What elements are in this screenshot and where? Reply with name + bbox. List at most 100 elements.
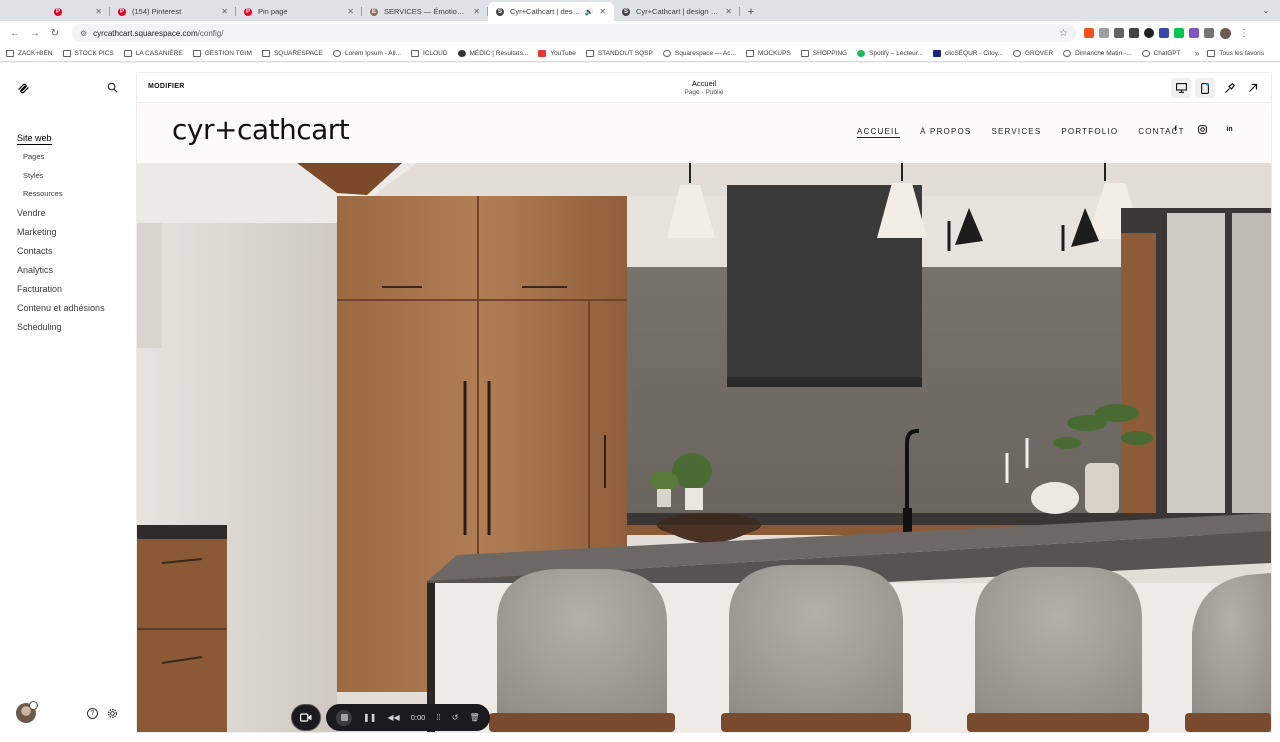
sidebar-item-pages[interactable]: Pages	[17, 148, 132, 167]
linkedin-icon[interactable]: in	[1225, 125, 1234, 134]
site-nav-portfolio[interactable]: PORTFOLIO	[1061, 127, 1118, 136]
bookmark-star-icon[interactable]: ☆	[1059, 28, 1068, 39]
extension-icon[interactable]	[1114, 28, 1124, 38]
sidebar-item-marketing[interactable]: Marketing	[17, 223, 132, 242]
bookmark-item[interactable]: ICLOUD	[410, 49, 448, 57]
new-tab-button[interactable]: +	[740, 2, 762, 21]
extension-icon[interactable]	[1189, 28, 1199, 38]
edit-button[interactable]: MODIFIER	[148, 83, 185, 90]
user-avatar[interactable]	[16, 701, 38, 723]
extension-icon[interactable]	[1174, 28, 1184, 38]
sidebar-item-scheduling[interactable]: Scheduling	[17, 318, 132, 337]
sidebar-item-styles[interactable]: Styles	[17, 167, 132, 186]
camera-toggle-button[interactable]	[291, 704, 321, 731]
bookmark-item[interactable]: GROVER	[1012, 49, 1053, 57]
extension-icon[interactable]	[1144, 28, 1154, 38]
camera-extension-icon[interactable]	[1099, 28, 1109, 38]
browser-menu-icon[interactable]: ⋮	[1239, 28, 1249, 39]
sidebar-item-contenu-et-adhesions[interactable]: Contenu et adhésions	[17, 299, 132, 318]
bookmark-item[interactable]: YouTube	[538, 49, 576, 57]
bookmark-item[interactable]: Lorem Ipsum - All...	[332, 49, 401, 57]
instagram-icon[interactable]	[1198, 125, 1207, 134]
bookmark-item[interactable]: ZACK+BEN	[6, 49, 53, 57]
profile-avatar[interactable]	[1220, 27, 1231, 39]
site-nav-a-propos[interactable]: À PROPOS	[920, 127, 971, 136]
bookmark-item[interactable]: GESTION TGIM	[192, 49, 252, 57]
restart-icon[interactable]: ↺	[452, 713, 459, 722]
bookmark-item[interactable]: SQUARESPACE	[261, 49, 323, 57]
browser-tab[interactable]: E SERVICES — Émotions Gâteau ✕	[362, 2, 488, 21]
search-icon[interactable]	[107, 82, 118, 93]
stop-icon	[340, 714, 348, 721]
help-icon[interactable]: ?	[87, 708, 98, 719]
bookmark-item[interactable]: MOCKUPS	[745, 49, 791, 57]
bookmark-item[interactable]: STANDOUT SQSP	[585, 49, 653, 57]
browser-tab[interactable]: P (154) Pinterest ✕	[110, 2, 236, 21]
grid-extension-icon[interactable]	[1129, 28, 1139, 38]
pause-icon[interactable]: ❚❚	[363, 713, 376, 722]
bookmark-item[interactable]: clicSÉQUR - Citoy...	[932, 49, 1003, 57]
desktop-view-button[interactable]	[1171, 78, 1191, 98]
squarespace-logo-icon[interactable]	[17, 82, 30, 95]
reload-icon[interactable]: ↻	[46, 24, 64, 42]
stop-recording-button[interactable]	[336, 709, 352, 726]
editor-bar: MODIFIER Accueil Page · Publié	[137, 73, 1271, 103]
address-bar[interactable]: ⚙ cyrcathcart.squarespace.com/config/ ☆	[72, 24, 1076, 42]
drag-handle-icon[interactable]: ⁞⁞	[436, 713, 440, 722]
bookmark-item[interactable]: ChatGPT	[1141, 49, 1181, 57]
bookmark-item[interactable]: STOCK PICS	[62, 49, 114, 57]
browser-tab[interactable]: S Cyr+Cathcart | design d'inté ✕	[614, 2, 740, 21]
tab-close-icon[interactable]: ✕	[347, 7, 354, 16]
sidebar-item-analytics[interactable]: Analytics	[17, 261, 132, 280]
tab-search-icon[interactable]: ⌄	[1260, 4, 1272, 16]
sidebar-item-site-web[interactable]: Site web	[17, 129, 132, 148]
tab-favicon-icon: P	[118, 7, 126, 16]
sidebar-item-contacts[interactable]: Contacts	[17, 242, 132, 261]
site-info-icon[interactable]: ⚙	[80, 29, 87, 38]
browser-tab[interactable]: P ✕	[46, 2, 110, 21]
extension-icon[interactable]	[1159, 28, 1169, 38]
bookmark-label: ZACK+BEN	[18, 49, 53, 57]
extensions-puzzle-icon[interactable]	[1204, 28, 1214, 38]
tab-close-icon[interactable]: ✕	[95, 7, 102, 16]
sidebar-nav: Site web Pages Styles Ressources Vendre Marke…	[17, 129, 132, 337]
bookmark-item[interactable]: Spotify – Lecteur...	[857, 49, 923, 57]
speaker-icon[interactable]: 🔊	[585, 8, 594, 16]
bookmark-item[interactable]: LA CASANIÈRE	[123, 49, 183, 57]
sidebar-item-label: Contenu et adhésions	[17, 302, 105, 313]
sidebar-item-facturation[interactable]: Facturation	[17, 280, 132, 299]
tab-strip: P ✕ P (154) Pinterest ✕ P Pin page ✕ E SERVICES —…	[0, 0, 1280, 21]
open-site-button[interactable]	[1243, 78, 1263, 98]
recording-timer: 0:00	[410, 713, 426, 722]
bookmark-item[interactable]: MÉDIC | Résultats...	[457, 49, 528, 57]
folder-icon	[6, 49, 14, 57]
browser-tab[interactable]: S Cyr+Cathcart | design d'i 🔊 ✕	[488, 2, 614, 21]
tab-close-icon[interactable]: ✕	[221, 7, 228, 16]
trash-icon[interactable]: 🗑	[469, 713, 479, 722]
sidebar-item-vendre[interactable]: Vendre	[17, 204, 132, 223]
bookmark-label: Lorem Ipsum - All...	[344, 49, 401, 57]
tab-close-icon[interactable]: ✕	[725, 7, 732, 16]
browser-tab[interactable]: P Pin page ✕	[236, 2, 362, 21]
tab-close-icon[interactable]: ✕	[599, 7, 606, 16]
site-nav-services[interactable]: SERVICES	[991, 127, 1041, 136]
more-bookmarks-button[interactable]: »	[1195, 49, 1199, 58]
bookmark-item[interactable]: SHOPPING	[800, 49, 847, 57]
tab-close-icon[interactable]: ✕	[473, 7, 480, 16]
facebook-icon[interactable]: f	[1171, 125, 1180, 134]
all-bookmarks-button[interactable]: Tous les favoris	[1207, 49, 1264, 57]
tab-favicon-icon: S	[622, 7, 630, 16]
bookmark-favicon-icon	[538, 49, 547, 57]
bookmark-item[interactable]: Squarespace — Ac...	[662, 49, 736, 57]
sidebar-item-ressources[interactable]: Ressources	[17, 185, 132, 204]
rewind-icon[interactable]: ◀◀	[387, 713, 399, 722]
extension-icon[interactable]	[1084, 28, 1094, 38]
back-icon[interactable]: ←	[6, 24, 24, 42]
settings-gear-icon[interactable]	[107, 708, 118, 719]
forward-icon[interactable]: →	[26, 24, 44, 42]
site-styles-button[interactable]	[1219, 78, 1239, 98]
site-logo-text[interactable]: cyr+cathcart	[172, 113, 350, 146]
bookmark-item[interactable]: Dimanche Matin -...	[1063, 49, 1132, 57]
mobile-view-button[interactable]	[1195, 78, 1215, 98]
site-nav-accueil[interactable]: ACCUEIL	[857, 127, 900, 136]
